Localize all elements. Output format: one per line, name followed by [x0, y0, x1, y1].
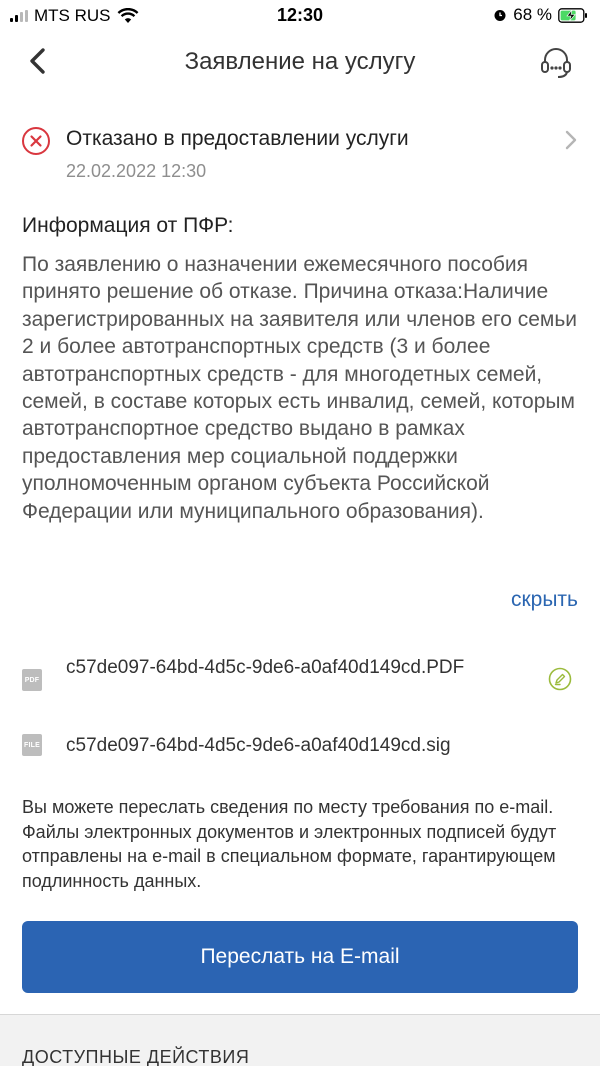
signature-icon[interactable] [548, 667, 572, 691]
info-body: По заявлению о назначении ежемесячного п… [22, 253, 578, 523]
status-title: Отказано в предоставлении услуги [66, 127, 409, 150]
email-note: Вы можете переслать сведения по месту тр… [22, 797, 557, 891]
info-heading: Информация от ПФР: [22, 214, 234, 237]
battery-percent: 68 % [513, 5, 552, 24]
file-name: c57de097-64bd-4d5c-9de6-a0af40d149cd.sig [66, 735, 451, 756]
chevron-right-icon [565, 130, 577, 150]
file-row-pdf[interactable]: PDF c57de097-64bd-4d5c-9de6-a0af40d149cd… [0, 655, 600, 711]
file-row-sig[interactable]: FILE c57de097-64bd-4d5c-9de6-a0af40d149c… [0, 733, 600, 763]
status-bar-right: 68 % [493, 5, 588, 25]
file-name: c57de097-64bd-4d5c-9de6-a0af40d149cd.PDF [66, 657, 465, 678]
application-status-row[interactable]: Отказано в предоставлении услуги 22.02.2… [0, 118, 600, 188]
headset-icon[interactable] [538, 44, 574, 80]
error-x-icon [22, 127, 50, 155]
alarm-icon [494, 10, 506, 21]
page-title: Заявление на услугу [184, 48, 416, 75]
battery-charging-icon [558, 7, 587, 23]
nav-header: Заявление на услугу [0, 38, 600, 86]
status-bar: MTS RUS 12:30 68 % [0, 0, 600, 32]
available-actions-section: ДОСТУПНЫЕ ДЕЙСТВИЯ [0, 1015, 600, 1066]
pdf-file-icon: PDF [22, 669, 42, 691]
status-date: 22.02.2022 12:30 [66, 161, 207, 181]
hide-link[interactable]: скрыть [511, 588, 578, 612]
section-heading: ДОСТУПНЫЕ ДЕЙСТВИЯ [22, 1047, 250, 1066]
generic-file-icon: FILE [22, 734, 42, 756]
send-email-button[interactable]: Переслать на E-mail [22, 921, 578, 993]
